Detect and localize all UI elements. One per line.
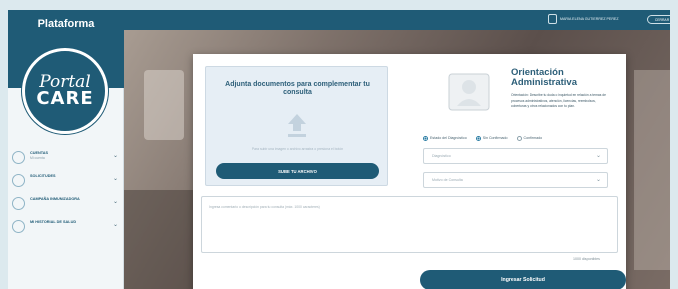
- administrative-illustration-icon: [448, 73, 490, 111]
- info-description: Orientación: Describe tu duda o inquietu…: [511, 93, 606, 108]
- user-icon: [548, 14, 557, 24]
- upload-hint: Para subir una imagen o archivo arrastra…: [251, 147, 344, 151]
- comment-placeholder: Ingresa comentario o descripción para tu…: [209, 205, 320, 209]
- radio-sin-confirmado[interactable]: Sin Confirmado: [475, 135, 508, 141]
- reason-select[interactable]: Motivo de Consulta ⌄: [423, 172, 608, 188]
- sidebar-item-solicitudes[interactable]: SOLICITUDES ⌄: [12, 173, 122, 193]
- chevron-down-icon: ⌄: [112, 176, 118, 182]
- radio-estado-diagnostico[interactable]: Estado del Diagnóstico: [423, 135, 467, 141]
- sidebar: Plataforma Portal CARE CUENTAS Mi cuenta…: [8, 10, 124, 289]
- upload-dropzone[interactable]: Adjunta documentos para complementar tu …: [205, 66, 388, 186]
- reason-select-value: Motivo de Consulta: [432, 178, 463, 182]
- sidebar-item-historial[interactable]: MI HISTORIAL DE SALUD ⌄: [12, 219, 122, 239]
- portal-care-logo[interactable]: Portal CARE: [22, 48, 108, 134]
- sidebar-item-campana[interactable]: CAMPAÑA INMUNIZADORA ⌄: [12, 196, 122, 216]
- chevron-down-icon: ⌄: [112, 153, 118, 159]
- radio-indicator: [423, 135, 428, 141]
- sidebar-item-label: CAMPAÑA INMUNIZADORA: [30, 197, 80, 201]
- diagnosis-select-value: Diagnóstico: [432, 154, 451, 158]
- diagnosis-select[interactable]: Diagnóstico ⌄: [423, 148, 608, 164]
- upload-title: Adjunta documentos para complementar tu …: [225, 81, 370, 96]
- document-icon: [12, 174, 25, 187]
- radio-indicator: [516, 135, 522, 141]
- brand-title: Plataforma: [37, 18, 95, 30]
- sidebar-item-label: MI HISTORIAL DE SALUD: [30, 220, 77, 224]
- submit-request-button[interactable]: Ingresar Solicitud: [420, 270, 626, 289]
- chevron-down-icon: ⌄: [112, 199, 118, 205]
- logo-line-2: CARE: [36, 88, 94, 109]
- info-title: Orientación Administrativa: [511, 67, 577, 88]
- chevron-down-icon: ⌄: [112, 222, 118, 228]
- user-icon: [12, 151, 25, 164]
- character-counter: 1000 disponibles: [573, 257, 600, 261]
- clipboard-icon: [12, 220, 25, 233]
- radio-label: Confirmado: [523, 136, 543, 140]
- radio-confirmado[interactable]: Confirmado: [516, 135, 543, 141]
- user-name[interactable]: MARIA ELENA GUTIERREZ PEREZ: [560, 17, 619, 21]
- upload-icon: [288, 114, 306, 137]
- top-bar: MARIA ELENA GUTIERREZ PEREZ CERRAR: [124, 10, 670, 30]
- sidebar-item-label: SOLICITUDES: [30, 174, 56, 178]
- radio-label: Sin Confirmado: [482, 136, 508, 140]
- diagnosis-status-radios: Estado del Diagnóstico Sin Confirmado Co…: [423, 134, 613, 142]
- comment-textarea[interactable]: Ingresa comentario o descripción para tu…: [201, 196, 618, 253]
- radio-indicator: [475, 135, 481, 141]
- chevron-down-icon: ⌄: [595, 177, 601, 183]
- app-frame: Plataforma Portal CARE CUENTAS Mi cuenta…: [8, 10, 670, 289]
- logout-button[interactable]: CERRAR: [647, 15, 670, 24]
- sidebar-item-sublabel: Mi cuenta: [30, 156, 45, 160]
- radio-label: Estado del Diagnóstico: [430, 136, 467, 140]
- sidebar-nav: CUENTAS Mi cuenta ⌄ SOLICITUDES ⌄ CAMPAÑ…: [12, 150, 122, 242]
- upload-file-button[interactable]: SUBE TU ARCHIVO: [216, 163, 379, 179]
- request-modal: Adjunta documentos para complementar tu …: [193, 54, 626, 289]
- sidebar-item-cuentas[interactable]: CUENTAS Mi cuenta ⌄: [12, 150, 122, 170]
- chevron-down-icon: ⌄: [595, 153, 601, 159]
- syringe-icon: [12, 197, 25, 210]
